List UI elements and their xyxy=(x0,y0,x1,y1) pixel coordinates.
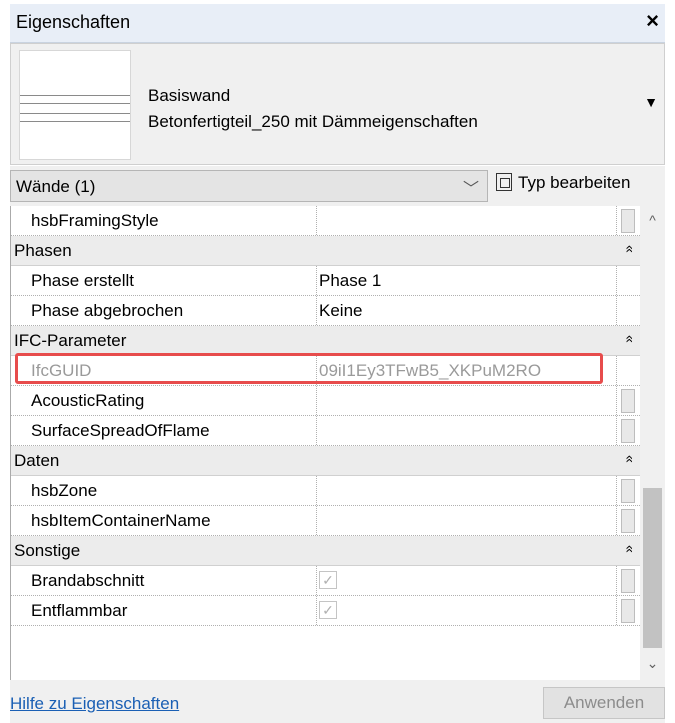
collapse-icon[interactable]: » xyxy=(620,245,636,253)
column-divider xyxy=(616,386,617,415)
apply-button[interactable]: Anwenden xyxy=(543,687,665,719)
checkbox[interactable]: ✓ xyxy=(319,601,337,619)
scrollbar-thumb[interactable] xyxy=(643,488,662,648)
chevron-down-icon: ﹀ xyxy=(462,181,479,198)
group-header[interactable]: Phasen » xyxy=(11,236,640,266)
type-name-label: Betonfertigteil_250 mit Dämmeigenschafte… xyxy=(148,112,478,131)
scroll-up-icon[interactable]: ^ xyxy=(640,212,665,228)
edit-type-icon xyxy=(496,173,512,191)
property-name: hsbItemContainerName xyxy=(31,511,211,530)
column-divider xyxy=(316,596,317,625)
column-divider xyxy=(316,566,317,595)
property-name: Phase erstellt xyxy=(31,271,134,290)
type-family-label: Basiswand xyxy=(148,86,231,105)
category-filter-select[interactable]: Wände (1) ﹀ xyxy=(10,170,488,202)
properties-grid: hsbFramingStyle Phasen» Phase erstellt Phas… xyxy=(10,206,640,680)
column-divider xyxy=(616,566,617,595)
column-divider xyxy=(316,266,317,295)
column-divider xyxy=(316,386,317,415)
value-button[interactable] xyxy=(621,599,635,623)
property-row[interactable]: hsbFramingStyle xyxy=(11,206,640,236)
property-name: IfcGUID xyxy=(31,361,92,380)
value-button[interactable] xyxy=(621,479,635,503)
group-label: Sonstige xyxy=(14,541,81,560)
property-row[interactable]: Brandabschnitt ✓ xyxy=(11,566,640,596)
collapse-icon[interactable]: » xyxy=(620,335,636,343)
value-button[interactable] xyxy=(621,209,635,233)
property-row[interactable]: hsbItemContainerName xyxy=(11,506,640,536)
group-label: Daten xyxy=(14,451,60,470)
close-icon[interactable]: × xyxy=(646,8,659,34)
category-filter-value: Wände (1) xyxy=(16,177,96,196)
group-header[interactable]: Sonstige » xyxy=(11,536,640,566)
property-name: SurfaceSpreadOfFlame xyxy=(31,421,210,440)
column-divider xyxy=(316,506,317,535)
column-divider xyxy=(616,356,617,385)
group-label: Phasen xyxy=(14,241,72,260)
column-divider xyxy=(316,206,317,235)
property-value[interactable]: Keine xyxy=(319,301,362,321)
property-name: hsbZone xyxy=(31,481,98,500)
value-button[interactable] xyxy=(621,419,635,443)
type-selector[interactable]: Basiswand Betonfertigteil_250 mit Dämmei… xyxy=(10,43,665,165)
checkbox[interactable]: ✓ xyxy=(319,571,337,589)
group-header[interactable]: Daten » xyxy=(11,446,640,476)
column-divider xyxy=(316,476,317,505)
property-row[interactable]: AcousticRating xyxy=(11,386,640,416)
help-link[interactable]: Hilfe zu Eigenschaften xyxy=(10,694,179,714)
window-title: Eigenschaften xyxy=(16,12,131,32)
column-divider xyxy=(616,296,617,325)
column-divider xyxy=(316,356,317,385)
property-row[interactable]: Entflammbar ✓ xyxy=(11,596,640,626)
property-value[interactable]: Phase 1 xyxy=(319,271,381,291)
property-name: Phase abgebrochen xyxy=(31,301,184,320)
column-divider xyxy=(616,206,617,235)
property-row[interactable]: IfcGUID 09iI1Ey3TFwB5_XKPuM2RO xyxy=(11,356,640,386)
edit-type-button[interactable]: Typ bearbeiten xyxy=(496,173,630,193)
group-header[interactable]: IFC-Parameter » xyxy=(11,326,640,356)
property-name: hsbFramingStyle xyxy=(31,211,159,230)
filter-row: Wände (1) ﹀ Typ bearbeiten xyxy=(10,166,665,206)
property-name: AcousticRating xyxy=(31,391,145,410)
property-value[interactable]: 09iI1Ey3TFwB5_XKPuM2RO xyxy=(319,361,541,381)
column-divider xyxy=(316,296,317,325)
column-divider xyxy=(616,416,617,445)
column-divider xyxy=(616,506,617,535)
property-name: Entflammbar xyxy=(31,601,128,620)
value-button[interactable] xyxy=(621,569,635,593)
value-button[interactable] xyxy=(621,389,635,413)
dropdown-arrow-icon[interactable]: ▼ xyxy=(644,94,658,110)
value-button[interactable] xyxy=(621,509,635,533)
property-row[interactable]: Phase erstellt Phase 1 xyxy=(11,266,640,296)
column-divider xyxy=(616,476,617,505)
title-bar: Eigenschaften × xyxy=(10,4,665,43)
group-label: IFC-Parameter xyxy=(14,331,127,350)
column-divider xyxy=(616,266,617,295)
collapse-icon[interactable]: » xyxy=(620,455,636,463)
property-name: Brandabschnitt xyxy=(31,571,145,590)
property-row[interactable]: hsbZone xyxy=(11,476,640,506)
property-row[interactable]: Phase abgebrochen Keine xyxy=(11,296,640,326)
vertical-scrollbar[interactable]: ^ ⌄ xyxy=(640,206,665,680)
column-divider xyxy=(316,416,317,445)
collapse-icon[interactable]: » xyxy=(620,545,636,553)
type-preview-image xyxy=(19,50,131,160)
edit-type-label: Typ bearbeiten xyxy=(518,173,631,192)
property-row[interactable]: SurfaceSpreadOfFlame xyxy=(11,416,640,446)
scroll-down-icon[interactable]: ⌄ xyxy=(640,655,665,672)
column-divider xyxy=(616,596,617,625)
footer-bar: Hilfe zu Eigenschaften Anwenden xyxy=(10,680,665,723)
